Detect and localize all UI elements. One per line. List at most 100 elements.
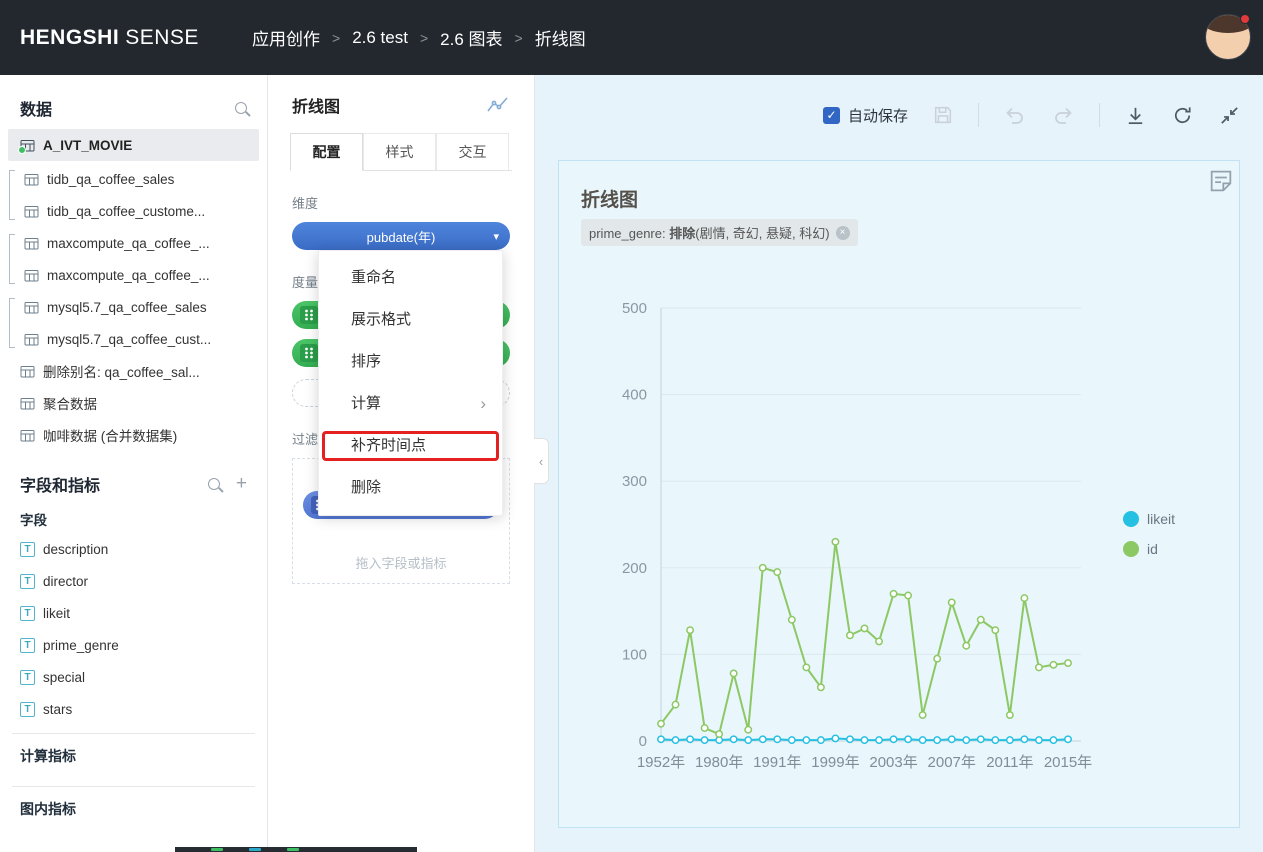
notification-dot xyxy=(1240,14,1250,24)
svg-text:200: 200 xyxy=(622,560,647,577)
svg-text:1991年: 1991年 xyxy=(753,754,801,771)
field-item[interactable]: Tstars xyxy=(0,693,267,725)
context-menu-item-label: 展示格式 xyxy=(351,311,412,328)
config-tab[interactable]: 交互 xyxy=(436,133,509,170)
drop-placeholder: 拖入字段或指标 xyxy=(355,556,447,571)
autosave-label: 自动保存 xyxy=(847,107,908,125)
svg-text:1999年: 1999年 xyxy=(811,754,859,771)
breadcrumb-separator: > xyxy=(332,29,341,46)
dataset-item-label: maxcompute_qa_coffee_... xyxy=(47,267,210,283)
table-icon xyxy=(24,236,39,251)
table-icon xyxy=(24,332,39,347)
canvas-toolbar: ✓ 自动保存 xyxy=(535,75,1263,127)
breadcrumb-item[interactable]: 折线图 xyxy=(535,25,586,50)
chart-type-title: 折线图 xyxy=(292,99,341,116)
dataset-item-label: 删除别名: qa_coffee_sal... xyxy=(43,365,200,380)
chart-card[interactable]: 折线图 prime_genre: 排除(剧情, 奇幻, 悬疑, 科幻) × 0 1… xyxy=(558,160,1240,828)
table-icon xyxy=(20,428,35,443)
dataset-item-label: mysql5.7_qa_coffee_cust... xyxy=(47,331,212,347)
context-menu-item[interactable]: 删除 xyxy=(319,467,502,509)
chart-title: 折线图 xyxy=(581,190,639,211)
drag-handle-icon[interactable] xyxy=(300,306,318,324)
table-icon xyxy=(20,364,35,379)
dimension-pill[interactable]: pubdate(年) ▾ xyxy=(292,222,510,250)
line-chart-icon xyxy=(486,95,510,115)
svg-text:0: 0 xyxy=(639,733,647,750)
redo-icon[interactable] xyxy=(1051,103,1075,127)
dataset-item-label: tidb_qa_coffee_sales xyxy=(47,171,175,187)
config-tab[interactable]: 样式 xyxy=(363,133,436,170)
field-item-label: special xyxy=(43,669,86,685)
plus-icon[interactable]: + xyxy=(236,474,247,493)
svg-text:2003年: 2003年 xyxy=(869,754,917,771)
field-list: Tdescription Tdirector Tlikeit Tprime_genre… xyxy=(0,533,267,725)
breadcrumb-item[interactable]: 2.6 图表 xyxy=(440,25,502,50)
table-icon xyxy=(24,300,39,315)
close-icon[interactable]: × xyxy=(835,225,850,240)
dimension-label: 维度 xyxy=(292,196,319,211)
search-icon[interactable] xyxy=(207,478,220,490)
text-field-icon: T xyxy=(20,573,35,589)
dataset-item-label: 聚合数据 xyxy=(43,397,97,412)
dataset-item[interactable]: tidb_qa_coffee_custome... xyxy=(0,195,267,227)
data-title: 数据 xyxy=(20,102,53,119)
config-tab[interactable]: 配置 xyxy=(290,133,363,171)
text-field-icon: T xyxy=(20,605,35,621)
svg-text:2015年: 2015年 xyxy=(1044,754,1092,771)
autosave-toggle[interactable]: ✓ 自动保存 xyxy=(822,105,908,126)
group-bracket-icon xyxy=(9,170,15,220)
field-item[interactable]: Tspecial xyxy=(0,661,267,693)
refresh-icon[interactable] xyxy=(1171,104,1194,127)
context-menu: 重命名展示格式排序 计算 › 补齐时间点 删除 xyxy=(318,250,503,516)
context-menu-item[interactable]: 计算 › xyxy=(319,383,502,425)
avatar[interactable] xyxy=(1205,14,1251,60)
field-item[interactable]: Tprime_genre xyxy=(0,629,267,661)
fields-title: 字段和指标 xyxy=(20,478,101,495)
card-note-icon[interactable] xyxy=(1207,167,1235,195)
text-field-icon: T xyxy=(20,637,35,653)
context-menu-item[interactable]: 重命名 xyxy=(319,257,502,299)
field-item-label: director xyxy=(43,573,89,589)
checkbox-checked-icon[interactable]: ✓ xyxy=(822,106,840,124)
calc-metrics-header[interactable]: 计算指标 xyxy=(0,734,267,778)
collapse-fullscreen-icon[interactable] xyxy=(1218,104,1241,127)
breadcrumb-item[interactable]: 2.6 test xyxy=(352,28,408,48)
text-field-icon: T xyxy=(20,541,35,557)
app-logo[interactable]: HENGSHI SENSE xyxy=(20,26,252,50)
line-chart[interactable]: 0 100 200 300 400 500 1952年 1980年 1991年 1999年 2003… xyxy=(579,291,1239,791)
topbar: HENGSHI SENSE 应用创作 >2.6 test >2.6 图表 > 折线图 xyxy=(0,0,1263,75)
svg-text:1980年: 1980年 xyxy=(695,754,743,771)
taskbar-icon xyxy=(287,848,299,851)
undo-icon[interactable] xyxy=(1003,103,1027,127)
save-icon[interactable] xyxy=(932,104,954,126)
dataset-item-label: 咖啡数据 (合并数据集) xyxy=(43,429,178,444)
dataset-item[interactable]: mysql5.7_qa_coffee_cust... xyxy=(0,323,267,355)
dataset-item[interactable]: mysql5.7_qa_coffee_sales xyxy=(0,291,267,323)
dataset-item-label: maxcompute_qa_coffee_... xyxy=(47,235,210,251)
drag-handle-icon[interactable] xyxy=(300,344,318,362)
field-item-label: stars xyxy=(43,701,73,717)
field-item[interactable]: Tdescription xyxy=(0,533,267,565)
field-item[interactable]: Tdirector xyxy=(0,565,267,597)
dataset-item[interactable]: maxcompute_qa_coffee_... xyxy=(0,227,267,259)
chevron-down-icon[interactable]: ▾ xyxy=(493,230,499,243)
dataset-item[interactable]: maxcompute_qa_coffee_... xyxy=(0,259,267,291)
dataset-item[interactable]: 聚合数据 xyxy=(0,387,267,419)
selected-dataset-label: A_IVT_MOVIE xyxy=(43,137,133,153)
taskbar-icon xyxy=(211,848,223,851)
panel-collapse-handle[interactable]: ‹ xyxy=(534,438,549,484)
search-icon[interactable] xyxy=(235,102,247,114)
context-menu-item[interactable]: 补齐时间点 xyxy=(319,425,502,467)
download-icon[interactable] xyxy=(1124,104,1147,127)
collapse-left-icon: ‹ xyxy=(538,453,544,469)
dataset-item[interactable]: 咖啡数据 (合并数据集) xyxy=(0,419,267,451)
field-item[interactable]: Tlikeit xyxy=(0,597,267,629)
breadcrumb-item[interactable]: 应用创作 xyxy=(252,25,320,50)
dataset-item[interactable]: tidb_qa_coffee_sales xyxy=(0,163,267,195)
context-menu-item[interactable]: 展示格式 xyxy=(319,299,502,341)
context-menu-item[interactable]: 排序 xyxy=(319,341,502,383)
dataset-selected[interactable]: A_IVT_MOVIE xyxy=(8,129,259,161)
dataset-item[interactable]: 删除别名: qa_coffee_sal... xyxy=(0,355,267,387)
chart-metrics-header[interactable]: 图内指标 xyxy=(0,787,267,831)
canvas-area: ✓ 自动保存 折线图 prime_genre: 排除(剧情, 奇幻, 悬疑, 科… xyxy=(535,75,1263,852)
